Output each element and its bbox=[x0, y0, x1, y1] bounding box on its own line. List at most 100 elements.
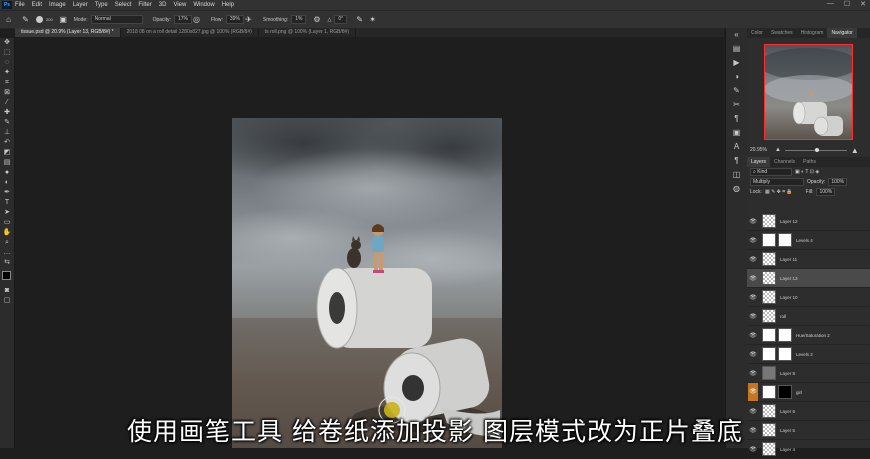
quick-select-tool-icon[interactable]: ✦ bbox=[0, 68, 14, 78]
brush-tool-icon[interactable]: ✎ bbox=[0, 118, 14, 128]
flow-input[interactable]: 39% bbox=[225, 15, 244, 24]
zoom-value[interactable]: 20.95% bbox=[750, 147, 767, 153]
marquee-tool-icon[interactable]: ⬚ bbox=[0, 48, 14, 58]
visibility-eye-icon[interactable]: 👁 bbox=[748, 383, 758, 401]
gear-icon[interactable]: ⚙ bbox=[312, 15, 321, 24]
angle-input[interactable]: 0° bbox=[334, 15, 348, 24]
history-brush-tool-icon[interactable]: ↶ bbox=[0, 138, 14, 148]
menu-filter[interactable]: Filter bbox=[138, 2, 151, 8]
tab-channels[interactable]: Channels bbox=[770, 157, 799, 167]
layer-thumbnail[interactable] bbox=[762, 309, 776, 323]
layer-thumbnail[interactable] bbox=[762, 385, 776, 399]
quick-mask-icon[interactable]: ◙ bbox=[0, 286, 14, 296]
tools-preset-icon[interactable]: ✂ bbox=[726, 98, 747, 112]
close-button[interactable]: ✕ bbox=[860, 0, 866, 8]
layer-mask-thumbnail[interactable] bbox=[778, 233, 792, 247]
hand-tool-icon[interactable]: ✋ bbox=[0, 228, 14, 238]
properties-icon[interactable]: ▣ bbox=[726, 126, 747, 140]
screen-mode-icon[interactable]: ▢ bbox=[0, 296, 14, 306]
layer-thumbnail[interactable] bbox=[762, 290, 776, 304]
zoom-tool-icon[interactable]: ⌕ bbox=[0, 238, 14, 248]
opacity-input[interactable]: 17% bbox=[173, 15, 192, 24]
layer-row[interactable]: 👁 Layer 13 bbox=[747, 269, 870, 288]
visibility-eye-icon[interactable]: 👁 bbox=[748, 237, 758, 244]
smoothing-input[interactable]: 1% bbox=[291, 15, 307, 24]
layer-row[interactable]: 👁 Layer 10 bbox=[747, 288, 870, 307]
zoom-slider[interactable] bbox=[784, 147, 847, 152]
healing-brush-tool-icon[interactable]: ✚ bbox=[0, 108, 14, 118]
filter-icons[interactable]: ▣ ◐ T ⊡ ◈ bbox=[795, 169, 819, 175]
visibility-eye-icon[interactable]: 👁 bbox=[748, 370, 758, 377]
styles-icon[interactable]: ◍ bbox=[726, 182, 747, 196]
adjustments-icon[interactable]: ◑ bbox=[726, 70, 747, 84]
move-tool-icon[interactable]: ✥ bbox=[0, 38, 14, 48]
gradient-tool-icon[interactable]: ▤ bbox=[0, 158, 14, 168]
color-swatches[interactable] bbox=[0, 270, 14, 286]
menu-3d[interactable]: 3D bbox=[159, 2, 167, 8]
layer-row[interactable]: 👁 Layer 11 bbox=[747, 250, 870, 269]
glyphs-icon[interactable]: ¶ bbox=[726, 154, 747, 168]
more-tools-icon[interactable]: … bbox=[0, 248, 14, 258]
layer-mask-thumbnail[interactable] bbox=[778, 328, 792, 342]
menu-layer[interactable]: Layer bbox=[73, 2, 88, 8]
layer-mask-thumbnail[interactable] bbox=[778, 347, 792, 361]
visibility-eye-icon[interactable]: 👁 bbox=[748, 256, 758, 263]
pressure-opacity-icon[interactable]: ◎ bbox=[192, 15, 201, 24]
visibility-eye-icon[interactable]: 👁 bbox=[748, 218, 758, 225]
layer-row[interactable]: 👁 Levels 4 bbox=[747, 231, 870, 250]
libraries-icon[interactable]: ◫ bbox=[726, 168, 747, 182]
tab-navigator[interactable]: Navigator bbox=[827, 28, 857, 38]
fill-input[interactable]: 100% bbox=[816, 188, 836, 196]
brush-preset-picker[interactable]: 200 bbox=[36, 16, 53, 23]
tab-paths[interactable]: Paths bbox=[799, 157, 820, 167]
layer-thumbnail[interactable] bbox=[762, 271, 776, 285]
rectangle-tool-icon[interactable]: ▭ bbox=[0, 218, 14, 228]
minimize-button[interactable]: — bbox=[827, 0, 834, 8]
mode-select[interactable]: Normal bbox=[90, 15, 143, 24]
frame-tool-icon[interactable]: ⊠ bbox=[0, 88, 14, 98]
menu-help[interactable]: Help bbox=[222, 2, 234, 8]
zoom-out-icon[interactable]: ▲ bbox=[775, 147, 781, 153]
brush-tool-icon[interactable]: ✎ bbox=[21, 15, 30, 24]
layer-opacity-input[interactable]: 100% bbox=[828, 178, 848, 186]
navigator-view-box[interactable] bbox=[764, 44, 853, 140]
airbrush-icon[interactable]: ✈ bbox=[244, 15, 253, 24]
home-icon[interactable]: ⌂ bbox=[4, 15, 13, 24]
visibility-eye-icon[interactable]: 👁 bbox=[748, 313, 758, 320]
menu-view[interactable]: View bbox=[173, 2, 186, 8]
collapse-arrow-icon[interactable]: « bbox=[726, 28, 747, 42]
layer-thumbnail[interactable] bbox=[762, 347, 776, 361]
lasso-tool-icon[interactable]: ◌ bbox=[0, 58, 14, 68]
symmetry-icon[interactable]: ✶ bbox=[368, 15, 377, 24]
layer-row[interactable]: 👁 Hue/Saturation 2 bbox=[747, 326, 870, 345]
type-tool-icon[interactable]: T bbox=[0, 198, 14, 208]
tab-ts-roll[interactable]: ts roll.png @ 100% (Layer 1, RGB/8#) bbox=[259, 28, 357, 37]
tab-layers[interactable]: Layers bbox=[747, 157, 771, 167]
history-icon[interactable]: ▤ bbox=[726, 42, 747, 56]
layer-thumbnail[interactable] bbox=[762, 214, 776, 228]
kind-filter-select[interactable]: ⌕ Kind bbox=[750, 168, 792, 176]
brush-settings-panel-icon[interactable]: ✎ bbox=[726, 84, 747, 98]
clone-stamp-tool-icon[interactable]: ⊥ bbox=[0, 128, 14, 138]
tab-color[interactable]: Color bbox=[747, 28, 767, 38]
crop-tool-icon[interactable]: ⌗ bbox=[0, 78, 14, 88]
blur-tool-icon[interactable]: ● bbox=[0, 168, 14, 178]
character-icon[interactable]: A bbox=[726, 140, 747, 154]
pen-tool-icon[interactable]: ✒ bbox=[0, 188, 14, 198]
document-canvas[interactable] bbox=[232, 118, 502, 448]
eyedropper-tool-icon[interactable]: ⁄ bbox=[0, 98, 14, 108]
brush-settings-icon[interactable]: ▣ bbox=[59, 15, 68, 24]
layer-row[interactable]: 👁 roll bbox=[747, 307, 870, 326]
blend-mode-select[interactable]: Multiply bbox=[750, 178, 804, 186]
zoom-slider-thumb[interactable] bbox=[814, 147, 819, 152]
visibility-eye-icon[interactable]: 👁 bbox=[748, 275, 758, 282]
lock-icons[interactable]: ▦ ✎ ✥ ⌗ 🔒 bbox=[765, 189, 793, 195]
layer-row[interactable]: 👁 Layer 12 bbox=[747, 212, 870, 231]
edit-toolbar-icon[interactable]: ⇆ bbox=[0, 258, 14, 268]
tab-histogram[interactable]: Histogram bbox=[797, 28, 828, 38]
pressure-size-icon[interactable]: ✎ bbox=[355, 15, 364, 24]
layer-row[interactable]: 👁 Layer 8 bbox=[747, 364, 870, 383]
layer-row[interactable]: 👁 girl bbox=[747, 383, 870, 402]
visibility-eye-icon[interactable]: 👁 bbox=[748, 294, 758, 301]
navigator-preview[interactable] bbox=[764, 44, 853, 140]
